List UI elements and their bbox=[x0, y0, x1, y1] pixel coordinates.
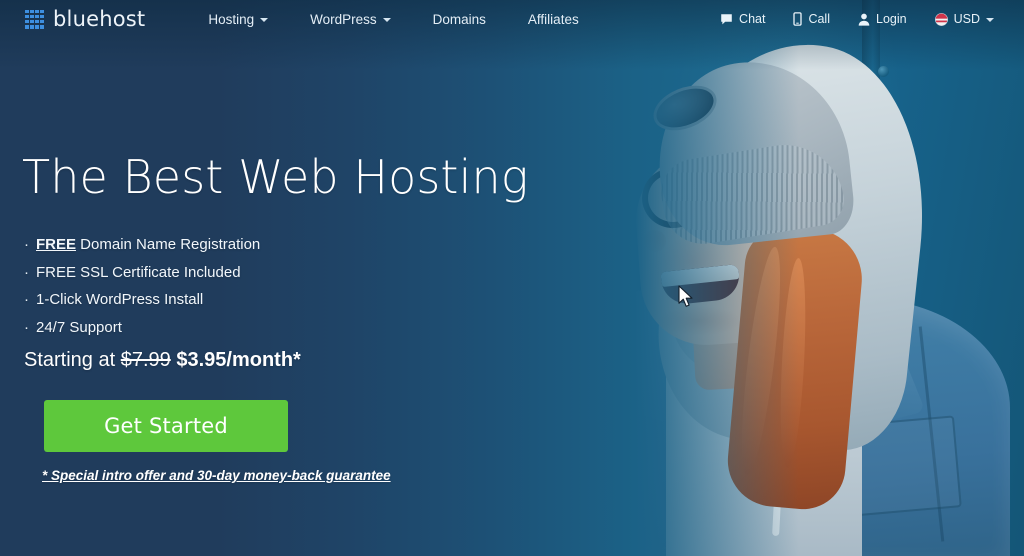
nav-login-button[interactable]: Login bbox=[844, 6, 921, 32]
feature-item-support: · 24/7 Support bbox=[24, 314, 260, 342]
chevron-down-icon bbox=[986, 18, 994, 22]
grid-squares-icon bbox=[25, 9, 44, 29]
page-title: The Best Web Hosting bbox=[22, 150, 529, 204]
nav-item-domains[interactable]: Domains bbox=[412, 6, 507, 33]
feature-text: 24/7 Support bbox=[36, 318, 122, 336]
feature-item-wordpress-install: · 1-Click WordPress Install bbox=[24, 286, 260, 314]
nav-item-label: Domains bbox=[432, 11, 486, 27]
feature-list: · FREE Domain Name Registration · FREE S… bbox=[24, 231, 260, 341]
nav-chat-button[interactable]: Chat bbox=[706, 6, 779, 32]
nav-currency-selector[interactable]: USD bbox=[921, 6, 1008, 32]
chevron-down-icon bbox=[260, 18, 269, 22]
nav-item-label: WordPress bbox=[310, 11, 377, 27]
main-navigation-bar: bluehost Hosting WordPress Domains Affil… bbox=[0, 0, 1024, 38]
feature-item-ssl: · FREE SSL Certificate Included bbox=[24, 259, 260, 287]
phone-icon bbox=[793, 12, 803, 26]
feature-emphasis: FREE bbox=[36, 236, 77, 253]
chevron-down-icon bbox=[382, 18, 391, 22]
price-original-strikethrough: $7.99 bbox=[120, 349, 171, 371]
us-flag-icon bbox=[934, 12, 948, 26]
pricing-line: Starting at $7.99 $3.95/month* bbox=[24, 349, 301, 372]
nav-item-affiliates[interactable]: Affiliates bbox=[507, 6, 600, 33]
feature-item-domain: · FREE Domain Name Registration bbox=[24, 231, 260, 259]
feature-text: FREE SSL Certificate Included bbox=[36, 263, 241, 281]
nav-util-label: Chat bbox=[739, 12, 766, 26]
chat-bubble-icon bbox=[720, 13, 733, 26]
bullet-glyph: · bbox=[24, 318, 29, 336]
price-current: $3.95/month* bbox=[170, 349, 301, 371]
bullet-glyph: · bbox=[24, 263, 29, 281]
brand-name: bluehost bbox=[53, 7, 146, 31]
feature-text: 1-Click WordPress Install bbox=[36, 291, 204, 308]
get-started-button[interactable]: Get Started bbox=[44, 400, 288, 452]
price-prefix: Starting at bbox=[24, 349, 121, 371]
nav-util-label: USD bbox=[953, 12, 980, 26]
bullet-glyph: · bbox=[24, 236, 29, 253]
bullet-glyph: · bbox=[24, 291, 29, 308]
user-person-icon bbox=[858, 13, 870, 26]
nav-call-button[interactable]: Call bbox=[779, 6, 844, 32]
nav-item-label: Hosting bbox=[208, 11, 255, 27]
feature-text: FREE Domain Name Registration bbox=[36, 231, 260, 259]
primary-nav-links: Hosting WordPress Domains Affiliates bbox=[187, 6, 599, 33]
nav-item-hosting[interactable]: Hosting bbox=[187, 6, 289, 33]
nav-util-label: Call bbox=[808, 12, 830, 26]
nav-item-wordpress[interactable]: WordPress bbox=[289, 6, 412, 33]
feature-rest: Domain Name Registration bbox=[76, 236, 261, 253]
brand-logo-link[interactable]: bluehost bbox=[25, 7, 145, 31]
utility-nav-links: Chat Call Login USD bbox=[706, 6, 1008, 32]
nav-util-label: Login bbox=[876, 12, 907, 26]
nav-item-label: Affiliates bbox=[527, 11, 579, 27]
offer-disclaimer-link[interactable]: * Special intro offer and 30-day money-b… bbox=[42, 468, 391, 483]
bluehost-landing-page: bluehost Hosting WordPress Domains Affil… bbox=[0, 0, 1024, 556]
